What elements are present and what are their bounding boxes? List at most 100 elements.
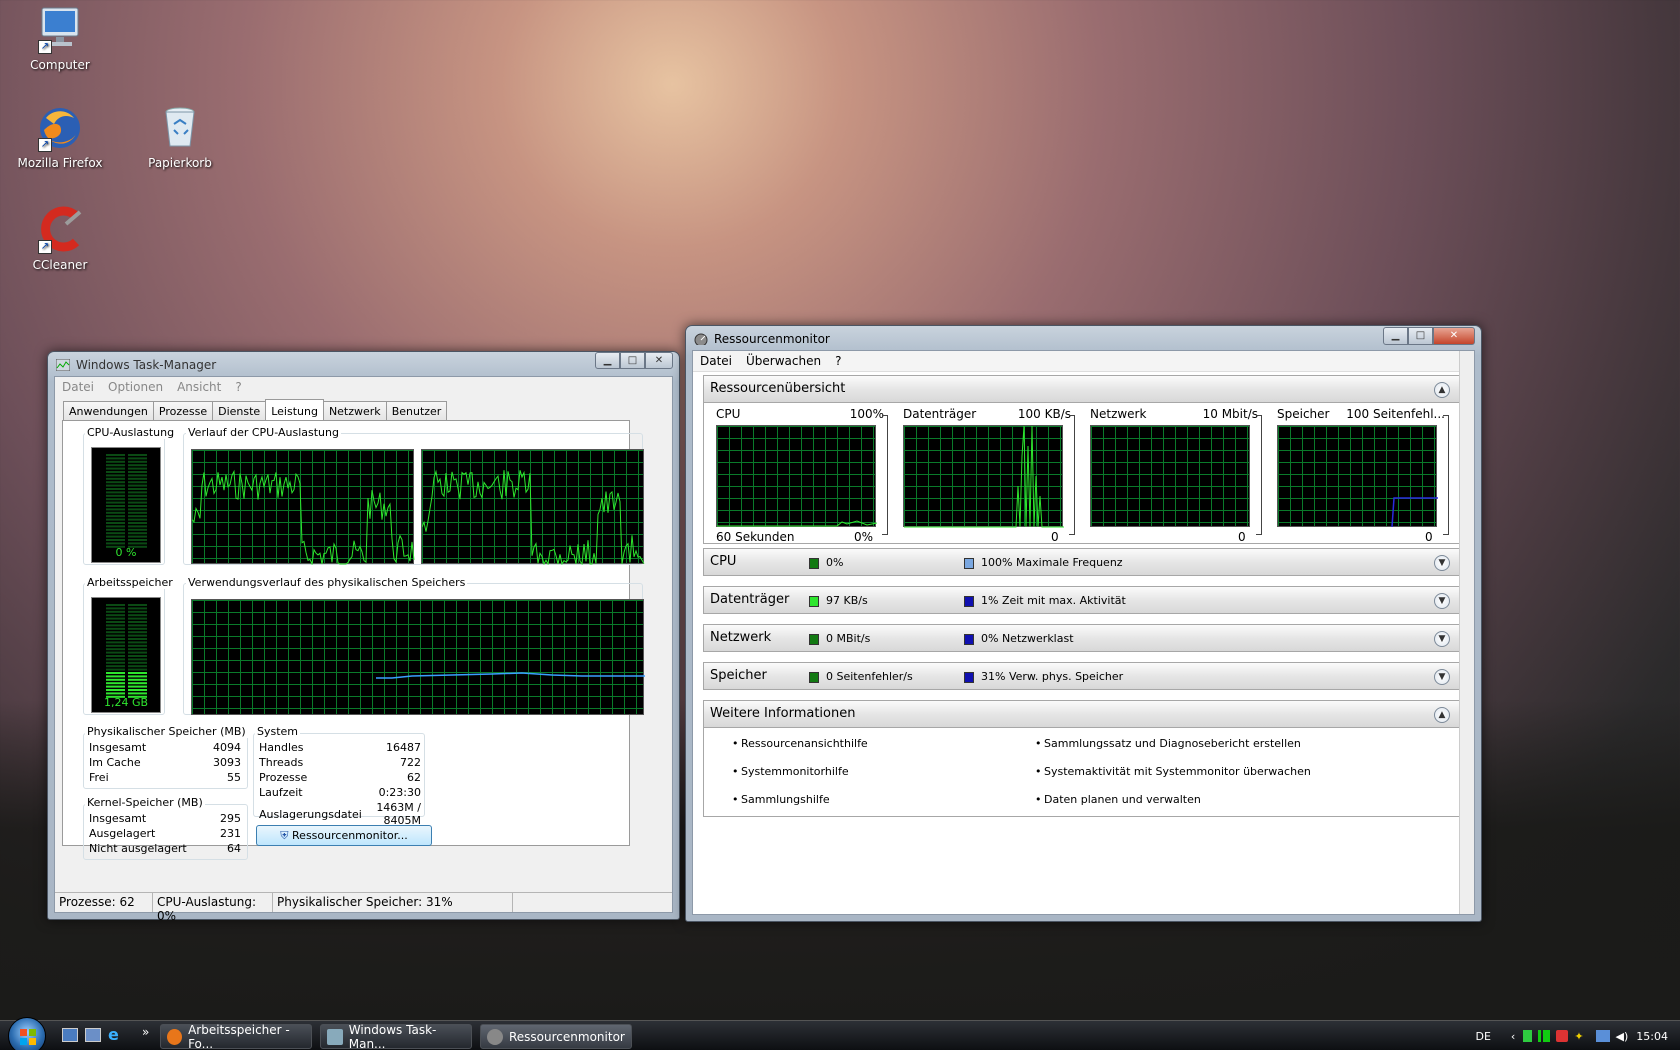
link-collection-help[interactable]: Sammlungshilfe	[732, 793, 830, 806]
desktop-icon-computer[interactable]: ↗ Computer	[12, 6, 108, 72]
quicklaunch-overflow-icon[interactable]: »	[142, 1025, 149, 1039]
section-value-2: 100% Maximale Frequenz	[981, 556, 1123, 569]
language-indicator[interactable]: DE	[1475, 1030, 1490, 1043]
desktop-icon-label: Computer	[30, 58, 90, 72]
overview-title: Ressourcenübersicht	[710, 381, 846, 396]
desktop-icon-firefox[interactable]: ↗ Mozilla Firefox	[12, 104, 108, 170]
network-icon[interactable]	[1595, 1030, 1610, 1042]
internet-explorer-icon[interactable]: e	[108, 1025, 119, 1044]
menu-datei[interactable]: Datei	[693, 351, 739, 371]
chevron-down-icon[interactable]: ▼	[1434, 669, 1450, 685]
chevron-down-icon[interactable]: ▼	[1434, 593, 1450, 609]
section-value-1: 97 KB/s	[826, 594, 868, 607]
stat-label: Auslagerungsdatei	[259, 807, 362, 821]
antivirus-icon[interactable]	[1556, 1030, 1569, 1042]
physical-memory-table: Insgesamt 4094 Im Cache 3093 Frei 55	[87, 739, 243, 786]
disk-section[interactable]: Datenträger 97 KB/s 1% Zeit mit max. Akt…	[703, 586, 1461, 614]
resource-monitor-button[interactable]: ⛨ Ressourcenmonitor...	[256, 825, 432, 846]
close-button[interactable]: ✕	[645, 352, 673, 369]
tab-netzwerk[interactable]: Netzwerk	[322, 401, 387, 421]
maximize-button[interactable]: □	[1408, 327, 1433, 345]
show-desktop-icon[interactable]	[62, 1028, 78, 1042]
minimize-button[interactable]: ▁	[1383, 327, 1408, 345]
memory-value: 1,24 GB	[103, 696, 149, 709]
signal-icon[interactable]	[1538, 1030, 1551, 1042]
close-button[interactable]: ✕	[1433, 327, 1475, 345]
firefox-icon	[167, 1028, 183, 1045]
menu-help[interactable]: ?	[828, 351, 848, 371]
start-button[interactable]	[8, 1017, 46, 1050]
menu-ueberwachen[interactable]: Überwachen	[739, 351, 828, 371]
minimize-button[interactable]: ▁	[595, 352, 620, 369]
vertical-scrollbar[interactable]	[1459, 351, 1474, 914]
maximize-button[interactable]: □	[620, 352, 645, 369]
chevron-down-icon[interactable]: ▼	[1434, 555, 1450, 571]
menu-help[interactable]: ?	[228, 377, 248, 397]
memory-meter: 1,24 GB	[91, 597, 161, 713]
stat-value: 64	[227, 842, 241, 855]
color-swatch	[809, 596, 819, 607]
clock[interactable]: 15:04	[1636, 1030, 1668, 1043]
link-sysmon-help[interactable]: Systemmonitorhilfe	[732, 765, 849, 778]
graph-foot-right: 0	[1051, 530, 1059, 544]
volume-icon[interactable]: ◀)	[1616, 1030, 1629, 1043]
menu-datei[interactable]: Datei	[55, 377, 101, 397]
section-value-2: 31% Verw. phys. Speicher	[981, 670, 1124, 683]
chevron-down-icon[interactable]: ▼	[1434, 631, 1450, 647]
taskbar-button-resmon[interactable]: Ressourcenmonitor	[480, 1024, 632, 1049]
section-title: CPU	[710, 554, 737, 569]
kernel-memory-title: Kernel-Speicher (MB)	[85, 796, 205, 809]
safely-remove-icon[interactable]: ✦	[1574, 1030, 1583, 1043]
resource-monitor-icon	[694, 333, 708, 345]
tray-expand-icon[interactable]: ‹	[1511, 1030, 1515, 1043]
tab-benutzer[interactable]: Benutzer	[385, 401, 448, 421]
section-value-1: 0 Seitenfehler/s	[826, 670, 913, 683]
switch-windows-icon[interactable]	[85, 1028, 101, 1042]
shortcut-arrow-icon: ↗	[38, 240, 52, 254]
tab-dienste[interactable]: Dienste	[212, 401, 267, 421]
resource-monitor-titlebar[interactable]: Ressourcenmonitor	[686, 326, 1481, 352]
shortcut-arrow-icon: ↗	[38, 40, 52, 54]
task-manager-titlebar[interactable]: Windows Task-Manager	[48, 352, 679, 378]
physical-memory-title: Physikalischer Speicher (MB)	[85, 725, 248, 738]
cpu-usage-meter: 0 %	[91, 447, 161, 563]
overview-section-header[interactable]: Ressourcenübersicht ▲	[703, 375, 1461, 403]
stat-label: Threads	[259, 756, 304, 769]
stat-label: Prozesse	[259, 771, 308, 784]
tab-leistung[interactable]: Leistung	[265, 399, 324, 421]
tray-app-icon[interactable]	[1523, 1030, 1533, 1042]
taskbar: e » Arbeitsspeicher - Fo... Windows Task…	[0, 1017, 1680, 1050]
tab-prozesse[interactable]: Prozesse	[152, 401, 214, 421]
graph-foot-right: 0	[1425, 530, 1433, 544]
chevron-up-icon[interactable]: ▲	[1434, 707, 1450, 723]
section-value-2: 1% Zeit mit max. Aktivität	[981, 594, 1126, 607]
stat-value: 231	[220, 827, 241, 840]
color-swatch	[809, 672, 819, 683]
stat-label: Nicht ausgelagert	[89, 842, 187, 855]
link-plan-data[interactable]: Daten planen und verwalten	[1035, 793, 1201, 806]
link-resource-help[interactable]: Ressourcenansichthilfe	[732, 737, 868, 750]
cpu-section[interactable]: CPU 0% 100% Maximale Frequenz ▼	[703, 548, 1461, 576]
desktop-icon-label: Mozilla Firefox	[17, 156, 103, 170]
graph-bracket	[1256, 415, 1262, 535]
more-info-section-header[interactable]: Weitere Informationen ▲	[703, 700, 1461, 728]
status-bar: Prozesse: 62 CPU-Auslastung: 0% Physikal…	[55, 892, 672, 923]
link-create-report[interactable]: Sammlungssatz und Diagnosebericht erstel…	[1035, 737, 1301, 750]
taskbar-button-firefox[interactable]: Arbeitsspeicher - Fo...	[160, 1023, 312, 1050]
shield-icon: ⛨	[280, 829, 289, 842]
link-monitor-activity[interactable]: Systemaktivität mit Systemmonitor überwa…	[1035, 765, 1311, 778]
graph-name: Speicher	[1277, 407, 1330, 421]
window-title: Windows Task-Manager	[76, 358, 217, 372]
desktop-icon-ccleaner[interactable]: ↗ CCleaner	[12, 206, 108, 272]
menu-ansicht[interactable]: Ansicht	[170, 377, 228, 397]
graph-max: 100 Seitenfehl...	[1346, 407, 1445, 421]
chevron-up-icon[interactable]: ▲	[1434, 382, 1450, 398]
tab-anwendungen[interactable]: Anwendungen	[63, 401, 154, 421]
section-value-1: 0 MBit/s	[826, 632, 871, 645]
memory-section[interactable]: Speicher 0 Seitenfehler/s 31% Verw. phys…	[703, 662, 1461, 690]
network-section[interactable]: Netzwerk 0 MBit/s 0% Netzwerklast ▼	[703, 624, 1461, 652]
desktop-icon-recycle-bin[interactable]: Papierkorb	[132, 104, 228, 170]
taskbar-button-taskmanager[interactable]: Windows Task-Man...	[320, 1023, 472, 1050]
menu-optionen[interactable]: Optionen	[101, 377, 170, 397]
more-info-panel: Ressourcenansichthilfe Systemmonitorhilf…	[703, 728, 1461, 817]
